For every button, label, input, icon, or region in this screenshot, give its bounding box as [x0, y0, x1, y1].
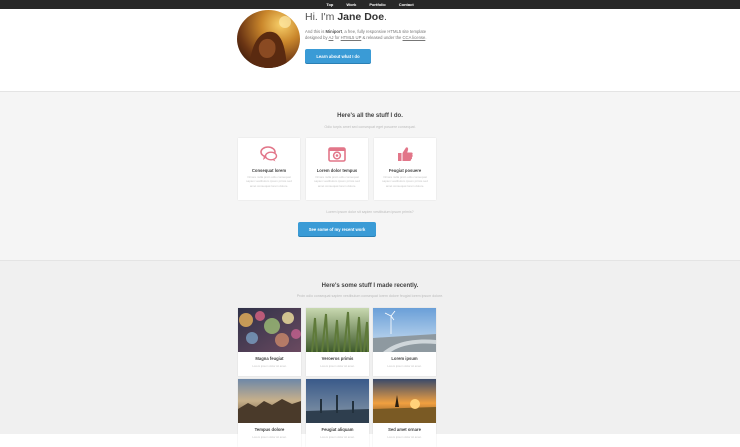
- portfolio-item-title: Tempus dolore: [254, 427, 285, 432]
- comments-icon: [260, 146, 278, 162]
- nav-link-top[interactable]: Top: [326, 0, 333, 9]
- feature-title: Lorem dolor tempus: [316, 168, 358, 173]
- see-recent-work-button[interactable]: See some of my recent work: [298, 222, 376, 236]
- thumbs-up-icon: [398, 147, 413, 161]
- camera-icon: [328, 147, 346, 162]
- learn-more-button[interactable]: Learn about what I do: [305, 49, 371, 63]
- portfolio-item-title: Feugiat aliquam: [321, 427, 354, 432]
- greeting-text: Hi. I'm: [305, 11, 335, 23]
- work-title: Here's all the stuff I do.: [337, 113, 403, 119]
- name-text: Jane Doe: [337, 11, 385, 23]
- intro-paragraph: And this is Miniport, a free, fully resp…: [305, 29, 435, 41]
- portfolio-thumbnail: [306, 308, 369, 352]
- portfolio-item[interactable]: Tempus dolore Lorem ipsum dolor sit amet…: [238, 379, 301, 447]
- intro-text-4: & released under the: [362, 35, 402, 40]
- intro-heading: Hi. I'm Jane Doe.: [305, 11, 387, 23]
- heading-period: .: [384, 11, 387, 23]
- portfolio-thumbnail: [373, 308, 436, 352]
- nav-link-work[interactable]: Work: [346, 0, 356, 9]
- portfolio-item[interactable]: Magna feugiat Lorem ipsum dolor sit amet…: [238, 308, 301, 376]
- avatar-photo: [237, 10, 300, 68]
- work-note: Lorem ipsum dolor sit sapien vestibulum …: [326, 210, 414, 214]
- portfolio-item-desc: Lorem ipsum dolor sit amet.: [387, 364, 422, 368]
- portfolio-item-title: Magna feugiat: [255, 356, 284, 361]
- author-link[interactable]: AJ: [329, 35, 334, 40]
- portfolio-item-desc: Lorem ipsum dolor sit amet.: [252, 435, 287, 439]
- feature-title: Consequat lorem: [251, 168, 287, 173]
- intro-text-5: .: [425, 35, 427, 40]
- portfolio-item[interactable]: Sed amet ornare Lorem ipsum dolor sit am…: [373, 379, 436, 447]
- portfolio-subtitle: Proin odio consequat sapien vestibulum c…: [296, 294, 444, 298]
- top-nav: Top Work Portfolio Contact: [0, 0, 740, 9]
- portfolio-section: Here's some stuff I made recently. Proin…: [0, 261, 740, 447]
- nav-link-portfolio[interactable]: Portfolio: [369, 0, 385, 9]
- portfolio-title: Here's some stuff I made recently.: [321, 283, 419, 289]
- intro-section: Hi. I'm Jane Doe. And this is Miniport, …: [0, 9, 740, 91]
- feature-desc: Ornare nulla proin odio consequat sapien…: [382, 175, 428, 188]
- portfolio-thumbnail: [373, 379, 436, 423]
- intro-text-3: for: [334, 35, 340, 40]
- portfolio-item-desc: Lorem ipsum dolor sit amet.: [252, 364, 287, 368]
- work-subtitle: Odio turpis amet sed consequat eget posu…: [324, 125, 416, 129]
- html5up-link[interactable]: HTML5 UP: [341, 35, 362, 40]
- feature-card: Consequat lorem Ornare nulla proin odio …: [238, 138, 300, 200]
- site-name: Miniport: [325, 29, 343, 34]
- portfolio-thumbnail: [306, 379, 369, 423]
- feature-title: Feugiat posuere: [388, 168, 422, 173]
- portfolio-item-title: Lorem ipsum: [391, 356, 418, 361]
- portfolio-thumbnail: [238, 308, 301, 352]
- intro-text-1: And this is: [305, 29, 325, 34]
- portfolio-item[interactable]: Feugiat aliquam Lorem ipsum dolor sit am…: [306, 379, 369, 447]
- portfolio-item[interactable]: Veroeros primis Lorem ipsum dolor sit am…: [306, 308, 369, 376]
- feature-desc: Ornare nulla proin odio consequat sapien…: [314, 175, 360, 188]
- portfolio-thumbnail: [238, 379, 301, 423]
- work-section: Here's all the stuff I do. Odio turpis a…: [0, 92, 740, 260]
- portfolio-item-desc: Lorem ipsum dolor sit amet.: [320, 435, 355, 439]
- portfolio-item[interactable]: Lorem ipsum Lorem ipsum dolor sit amet.: [373, 308, 436, 376]
- feature-card: Lorem dolor tempus Ornare nulla proin od…: [306, 138, 368, 200]
- portfolio-item-desc: Lorem ipsum dolor sit amet.: [320, 364, 355, 368]
- feature-desc: Ornare nulla proin odio consequat sapien…: [246, 175, 292, 188]
- portfolio-item-title: Veroeros primis: [321, 356, 354, 361]
- feature-card: Feugiat posuere Ornare nulla proin odio …: [374, 138, 436, 200]
- license-link[interactable]: CCA license: [403, 35, 426, 40]
- nav-link-contact[interactable]: Contact: [399, 0, 414, 9]
- portfolio-item-title: Sed amet ornare: [388, 427, 421, 432]
- portfolio-item-desc: Lorem ipsum dolor sit amet.: [387, 435, 422, 439]
- avatar: [237, 10, 300, 68]
